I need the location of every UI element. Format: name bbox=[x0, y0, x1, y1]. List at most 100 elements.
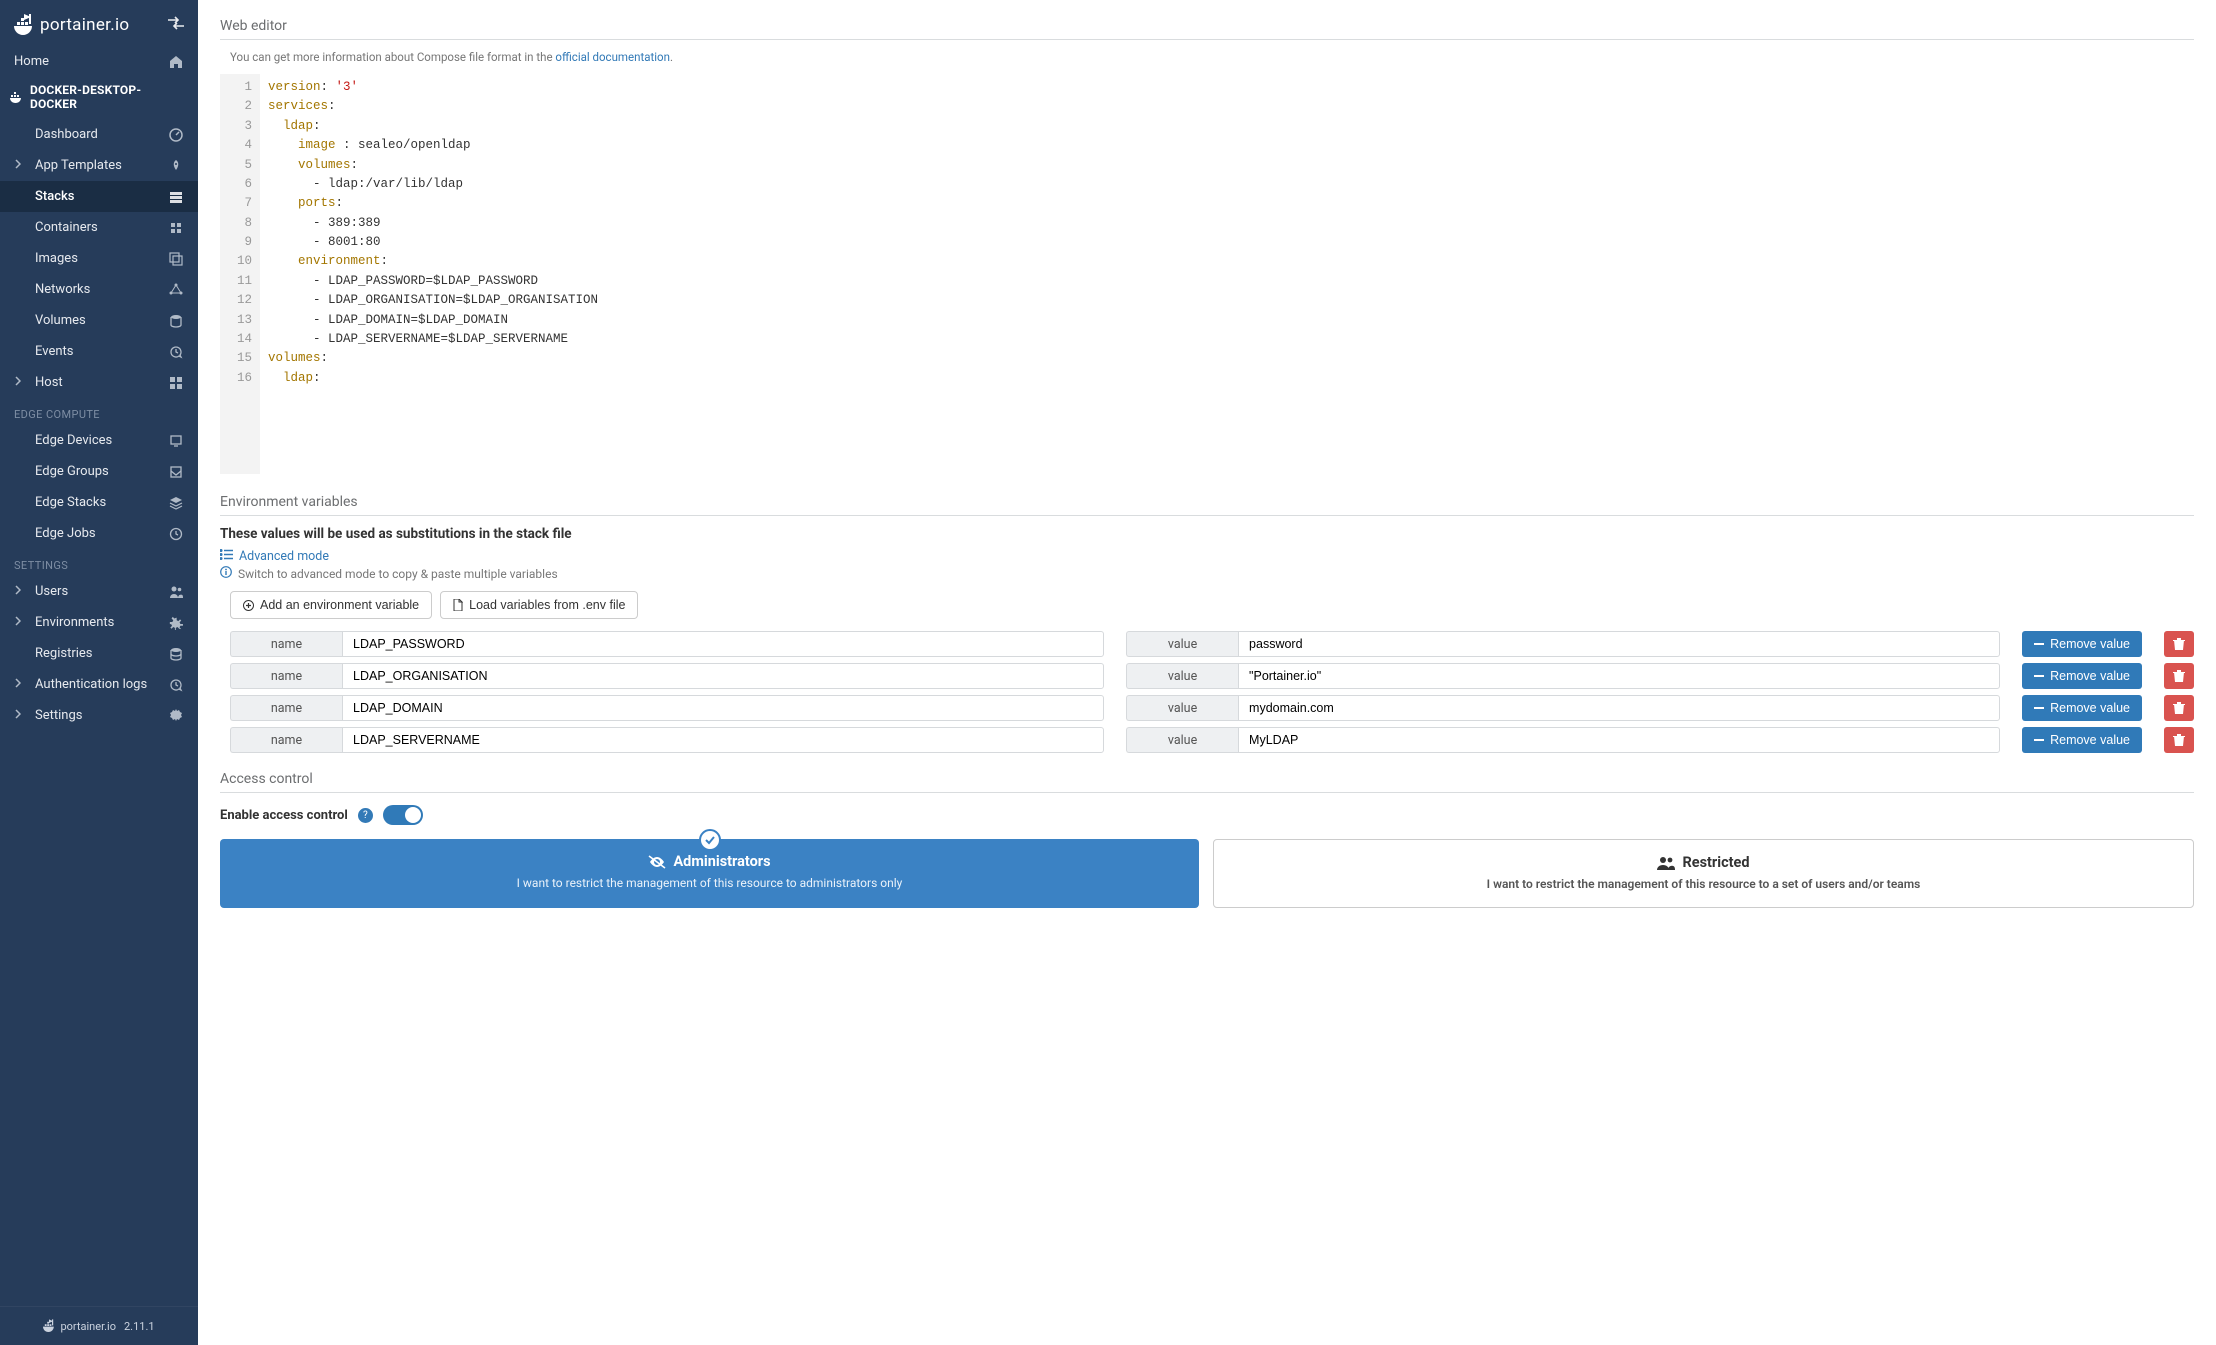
load-btn-label: Load variables from .env file bbox=[469, 598, 625, 612]
nav-label: Edge Jobs bbox=[35, 526, 96, 541]
settings-icon bbox=[168, 709, 184, 723]
info-icon bbox=[220, 566, 232, 581]
delete-row-button[interactable] bbox=[2164, 631, 2194, 657]
trash-icon bbox=[2173, 637, 2185, 651]
sidebar-item-users[interactable]: Users bbox=[0, 576, 198, 607]
sidebar-item-authentication-logs[interactable]: Authentication logs bbox=[0, 669, 198, 700]
env-name-input[interactable] bbox=[342, 663, 1104, 689]
sidebar-item-containers[interactable]: Containers bbox=[0, 212, 198, 243]
sidebar-item-edge-groups[interactable]: Edge Groups bbox=[0, 456, 198, 487]
sidebar-collapse-icon[interactable] bbox=[168, 16, 184, 34]
sidebar-nav: Home DOCKER-DESKTOP-DOCKER Dashboard App … bbox=[0, 46, 198, 1306]
sidebar-item-app-templates[interactable]: App Templates bbox=[0, 150, 198, 181]
env-value-label: value bbox=[1126, 727, 1238, 753]
env-value-input[interactable] bbox=[1238, 727, 2000, 753]
env-var-row: namevalueRemove value bbox=[230, 631, 2194, 657]
env-name-input[interactable] bbox=[342, 695, 1104, 721]
docker-icon bbox=[10, 91, 24, 103]
nav-label: Volumes bbox=[35, 313, 86, 328]
nav-label: Images bbox=[35, 251, 78, 266]
sidebar-item-dashboard[interactable]: Dashboard bbox=[0, 119, 198, 150]
sidebar-item-host[interactable]: Host bbox=[0, 367, 198, 398]
layers-icon bbox=[168, 496, 184, 510]
nav-label: App Templates bbox=[35, 158, 122, 173]
adv-note-text: Switch to advanced mode to copy & paste … bbox=[238, 567, 558, 581]
editor-gutter: 12345678910111213141516 bbox=[220, 74, 260, 474]
nav-label: Authentication logs bbox=[35, 677, 147, 692]
load-env-file-button[interactable]: Load variables from .env file bbox=[440, 591, 638, 619]
adv-link-label: Advanced mode bbox=[239, 549, 329, 564]
authlogs-icon bbox=[168, 678, 184, 692]
help-icon[interactable]: ? bbox=[358, 808, 373, 823]
sidebar-item-networks[interactable]: Networks bbox=[0, 274, 198, 305]
section-edge-compute: EDGE COMPUTE bbox=[0, 398, 198, 425]
compose-editor[interactable]: 12345678910111213141516 version: '3'serv… bbox=[220, 74, 2194, 474]
dashboard-icon bbox=[168, 128, 184, 142]
footer-brand: portainer.io bbox=[60, 1320, 116, 1333]
list-icon bbox=[220, 549, 233, 564]
access-control-toggle[interactable] bbox=[383, 805, 423, 825]
stacks-icon bbox=[168, 190, 184, 204]
footer-logo: portainer.io bbox=[43, 1319, 116, 1333]
env-header: DOCKER-DESKTOP-DOCKER bbox=[0, 77, 198, 119]
sidebar-item-stacks[interactable]: Stacks bbox=[0, 181, 198, 212]
sidebar-footer: portainer.io 2.11.1 bbox=[0, 1306, 198, 1345]
remove-label: Remove value bbox=[2050, 669, 2130, 683]
env-value-label: value bbox=[1126, 663, 1238, 689]
trash-icon bbox=[2173, 733, 2185, 747]
env-name-input[interactable] bbox=[342, 631, 1104, 657]
delete-row-button[interactable] bbox=[2164, 727, 2194, 753]
env-value-input[interactable] bbox=[1238, 695, 2000, 721]
sidebar-item-edge-jobs[interactable]: Edge Jobs bbox=[0, 518, 198, 549]
env-name-input[interactable] bbox=[342, 727, 1104, 753]
nav-label: Networks bbox=[35, 282, 90, 297]
add-env-var-button[interactable]: Add an environment variable bbox=[230, 591, 432, 619]
nav-label: Settings bbox=[35, 708, 82, 723]
sidebar-item-home[interactable]: Home bbox=[0, 46, 198, 77]
brand-logo[interactable]: portainer.io bbox=[14, 14, 129, 36]
file-icon bbox=[453, 599, 463, 611]
admin-card-desc: I want to restrict the management of thi… bbox=[238, 876, 1181, 890]
remove-value-button[interactable]: Remove value bbox=[2022, 663, 2142, 689]
minus-icon bbox=[2034, 643, 2044, 645]
remove-value-button[interactable]: Remove value bbox=[2022, 695, 2142, 721]
containers-icon bbox=[168, 221, 184, 235]
docs-link[interactable]: official documentation bbox=[555, 50, 670, 64]
sidebar: portainer.io Home DOCKER-DESKTOP-DOCKER … bbox=[0, 0, 198, 1345]
access-toggle-label: Enable access control bbox=[220, 808, 348, 823]
trash-icon bbox=[2173, 669, 2185, 683]
editor-code[interactable]: version: '3'services: ldap: image : seal… bbox=[260, 74, 2194, 474]
nav-label: Containers bbox=[35, 220, 98, 235]
sidebar-item-settings[interactable]: Settings bbox=[0, 700, 198, 731]
sidebar-item-volumes[interactable]: Volumes bbox=[0, 305, 198, 336]
minus-icon bbox=[2034, 707, 2044, 709]
delete-row-button[interactable] bbox=[2164, 663, 2194, 689]
sidebar-item-edge-stacks[interactable]: Edge Stacks bbox=[0, 487, 198, 518]
access-card-administrators[interactable]: Administrators I want to restrict the ma… bbox=[220, 839, 1199, 908]
chevron-right-icon bbox=[14, 375, 21, 390]
sidebar-item-registries[interactable]: Registries bbox=[0, 638, 198, 669]
volumes-icon bbox=[168, 314, 184, 328]
access-card-restricted[interactable]: Restricted I want to restrict the manage… bbox=[1213, 839, 2194, 908]
sidebar-item-images[interactable]: Images bbox=[0, 243, 198, 274]
advanced-mode-note: Switch to advanced mode to copy & paste … bbox=[220, 566, 2194, 581]
users-icon bbox=[1657, 856, 1675, 870]
sidebar-item-environments[interactable]: Environments bbox=[0, 607, 198, 638]
remove-label: Remove value bbox=[2050, 637, 2130, 651]
nav-label: Edge Devices bbox=[35, 433, 112, 448]
env-value-input[interactable] bbox=[1238, 631, 2000, 657]
images-icon bbox=[168, 252, 184, 266]
sidebar-item-events[interactable]: Events bbox=[0, 336, 198, 367]
sidebar-item-edge-devices[interactable]: Edge Devices bbox=[0, 425, 198, 456]
env-value-input[interactable] bbox=[1238, 663, 2000, 689]
remove-value-button[interactable]: Remove value bbox=[2022, 631, 2142, 657]
env-name-label: name bbox=[230, 727, 342, 753]
env-value-label: value bbox=[1126, 695, 1238, 721]
host-icon bbox=[168, 376, 184, 390]
events-icon bbox=[168, 345, 184, 359]
check-icon bbox=[699, 829, 721, 851]
remove-value-button[interactable]: Remove value bbox=[2022, 727, 2142, 753]
delete-row-button[interactable] bbox=[2164, 695, 2194, 721]
advanced-mode-link[interactable]: Advanced mode bbox=[220, 549, 329, 564]
portainer-logo-icon bbox=[14, 14, 34, 36]
